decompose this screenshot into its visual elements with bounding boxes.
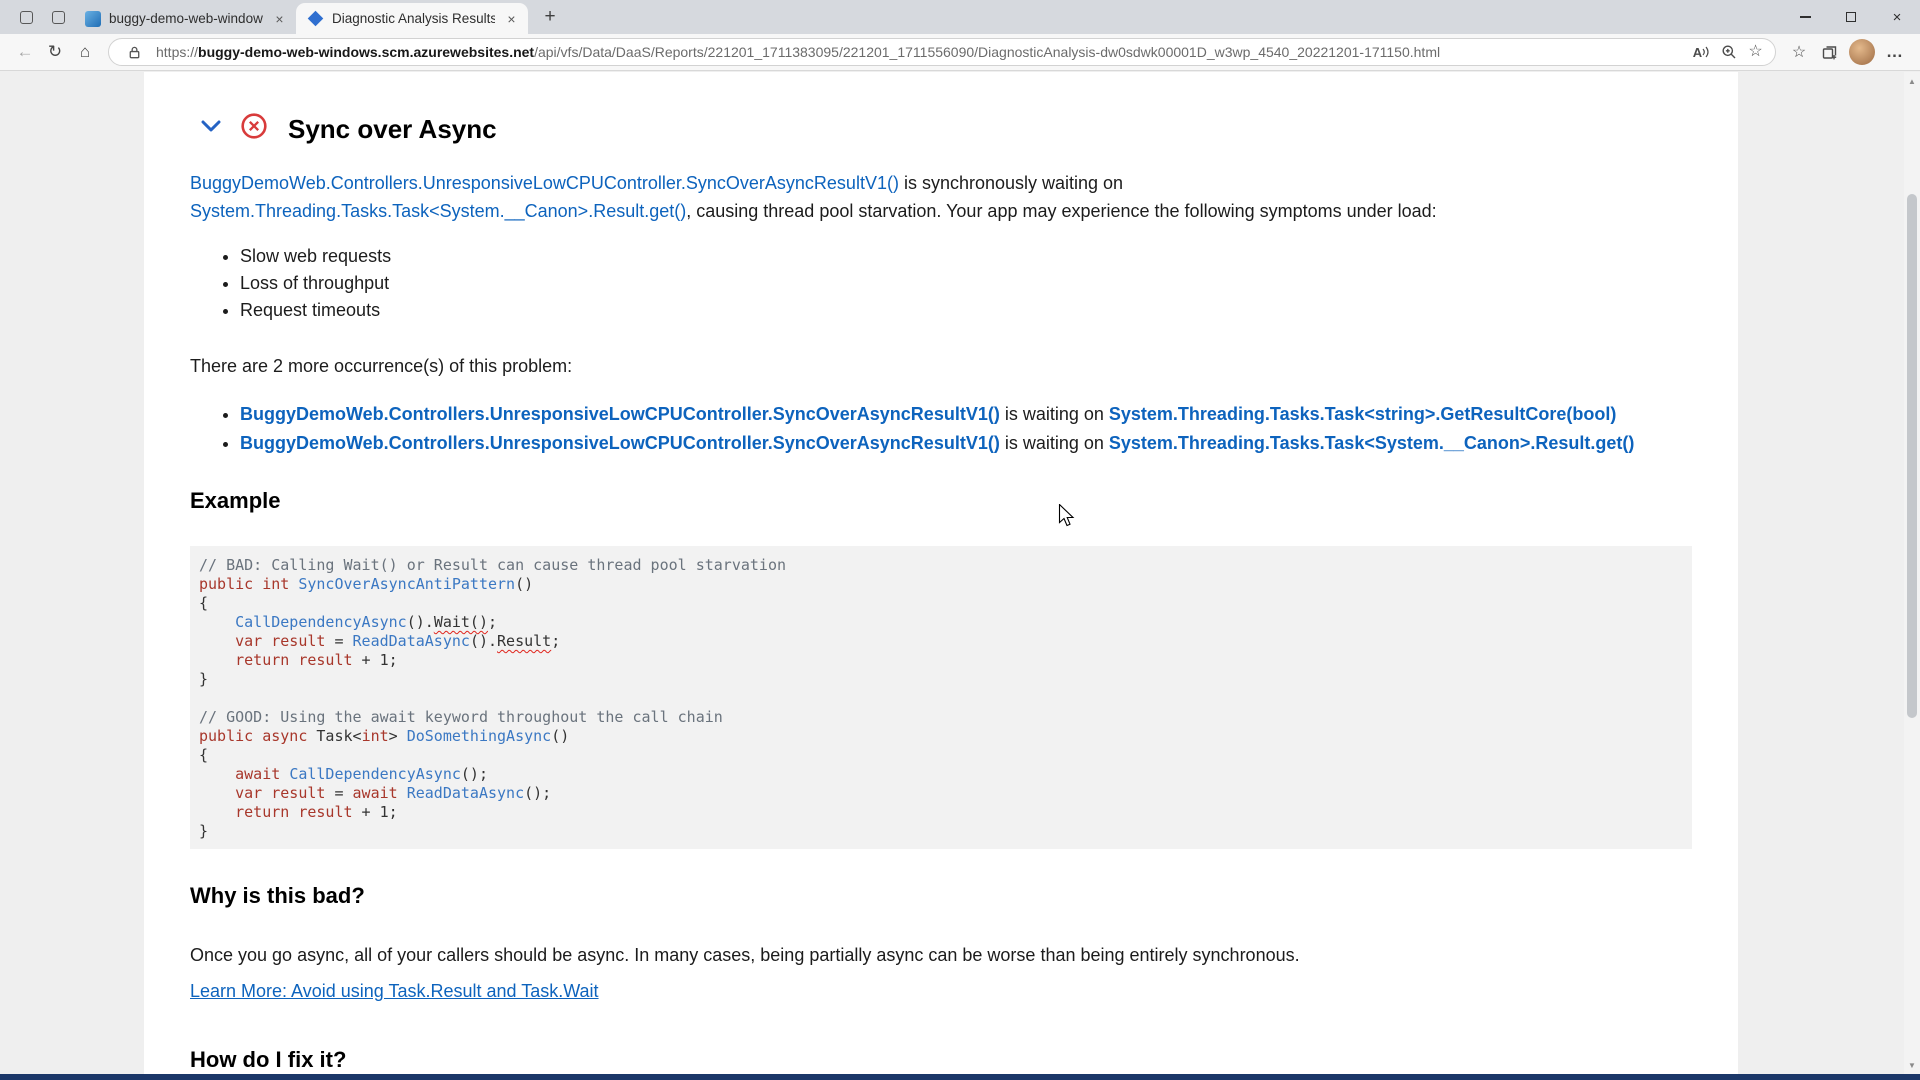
tab-title: Diagnostic Analysis Results	[332, 11, 495, 26]
tab-close-icon[interactable]: ×	[503, 10, 520, 27]
url-domain: buggy-demo-web-windows.scm.azurewebsites…	[198, 44, 534, 60]
minimize-button[interactable]	[1782, 0, 1828, 34]
address-bar[interactable]: https://buggy-demo-web-windows.scm.azure…	[108, 38, 1776, 66]
tab-strip: buggy-demo-web-windows | Dia... × Diagno…	[0, 0, 1920, 34]
occurrence-text: is waiting on	[1000, 433, 1109, 453]
site-favicon	[308, 11, 324, 27]
code-line: CallDependencyAsync().Wait();	[199, 613, 1678, 632]
browser-tab-1[interactable]: buggy-demo-web-windows | Dia... ×	[74, 3, 296, 34]
code-line: {	[199, 594, 1678, 613]
diagnostic-report: Sync over Async BuggyDemoWeb.Controllers…	[144, 72, 1738, 1074]
code-line: }	[199, 822, 1678, 841]
learn-more-link[interactable]: Learn More: Avoid using Task.Result and …	[190, 979, 599, 1003]
code-line: // BAD: Calling Wait() or Result can cau…	[199, 556, 1678, 575]
method-link[interactable]: BuggyDemoWeb.Controllers.UnresponsiveLow…	[190, 173, 899, 193]
occurrence-list: BuggyDemoWeb.Controllers.UnresponsiveLow…	[190, 400, 1692, 458]
page-title: Sync over Async	[288, 113, 497, 145]
favorites-star-icon[interactable]: ☆	[1784, 37, 1814, 67]
url-text: https://buggy-demo-web-windows.scm.azure…	[156, 44, 1688, 60]
why-paragraph: Once you go async, all of your callers s…	[190, 941, 1692, 969]
why-heading: Why is this bad?	[190, 881, 1692, 911]
minimize-icon	[1800, 16, 1811, 18]
code-line: // GOOD: Using the await keyword through…	[199, 708, 1678, 727]
refresh-icon[interactable]: ↻	[40, 37, 70, 67]
method-link[interactable]: BuggyDemoWeb.Controllers.UnresponsiveLow…	[240, 433, 1000, 453]
profile-avatar[interactable]	[1849, 39, 1875, 65]
code-line: }	[199, 670, 1678, 689]
scroll-up-icon[interactable]: ▲	[1904, 74, 1920, 88]
chevron-down-icon[interactable]	[198, 113, 224, 144]
browser-tab-2-active[interactable]: Diagnostic Analysis Results ×	[296, 3, 528, 34]
settings-menu-icon[interactable]: …	[1880, 37, 1910, 67]
list-item: Slow web requests	[240, 243, 1692, 270]
code-line	[199, 689, 1678, 708]
report-header: Sync over Async	[198, 112, 1692, 145]
occurrences-intro: There are 2 more occurrence(s) of this p…	[190, 352, 1692, 380]
tab-actions-icon[interactable]	[45, 4, 71, 30]
list-item: Request timeouts	[240, 297, 1692, 324]
zoom-in-icon[interactable]	[1715, 40, 1742, 64]
tab-title: buggy-demo-web-windows | Dia...	[109, 11, 263, 26]
occurrence-text: is waiting on	[1000, 404, 1109, 424]
maximize-button[interactable]	[1828, 0, 1874, 34]
code-line: return result + 1;	[199, 803, 1678, 822]
back-icon[interactable]: ←	[10, 37, 40, 67]
add-favorite-icon[interactable]: ☆ +	[1742, 40, 1769, 64]
summary-text: is synchronously waiting on	[899, 173, 1123, 193]
tab-close-icon[interactable]: ×	[271, 10, 288, 27]
fix-heading: How do I fix it?	[190, 1045, 1692, 1074]
code-block: // BAD: Calling Wait() or Result can cau…	[190, 546, 1692, 849]
taskbar-edge	[0, 1074, 1920, 1080]
home-icon[interactable]: ⌂	[70, 37, 100, 67]
list-item: BuggyDemoWeb.Controllers.UnresponsiveLow…	[240, 429, 1692, 458]
code-line: return result + 1;	[199, 651, 1678, 670]
method-link[interactable]: System.Threading.Tasks.Task<string>.GetR…	[1109, 404, 1616, 424]
close-button[interactable]: ×	[1874, 0, 1920, 34]
code-line: {	[199, 746, 1678, 765]
site-info-lock-icon[interactable]	[121, 40, 148, 64]
method-link[interactable]: System.Threading.Tasks.Task<System.__Can…	[1109, 433, 1635, 453]
summary-text: , causing thread pool starvation. Your a…	[686, 201, 1436, 221]
code-line: var result = ReadDataAsync().Result;	[199, 632, 1678, 651]
code-line: public async Task<int> DoSomethingAsync(…	[199, 727, 1678, 746]
read-aloud-icon[interactable]: A	[1688, 40, 1715, 64]
window-controls: ×	[1782, 0, 1920, 34]
collections-icon[interactable]	[1814, 37, 1844, 67]
maximize-icon	[1846, 12, 1856, 22]
method-link[interactable]: BuggyDemoWeb.Controllers.UnresponsiveLow…	[240, 404, 1000, 424]
url-path: /api/vfs/Data/DaaS/Reports/221201_171138…	[534, 44, 1440, 60]
new-tab-button[interactable]: +	[536, 3, 564, 31]
error-circle-icon	[240, 112, 268, 145]
code-line: public int SyncOverAsyncAntiPattern()	[199, 575, 1678, 594]
list-item: Loss of throughput	[240, 270, 1692, 297]
scrollbar-thumb[interactable]	[1907, 194, 1917, 718]
url-scheme: https://	[156, 44, 198, 60]
site-favicon	[85, 11, 101, 27]
page-viewport: Sync over Async BuggyDemoWeb.Controllers…	[0, 72, 1920, 1080]
code-line: await CallDependencyAsync();	[199, 765, 1678, 784]
method-link[interactable]: System.Threading.Tasks.Task<System.__Can…	[190, 201, 686, 221]
workspaces-icon[interactable]	[13, 4, 39, 30]
vertical-scrollbar[interactable]: ▲ ▼	[1904, 72, 1920, 1074]
example-heading: Example	[190, 486, 1692, 516]
summary-paragraph: BuggyDemoWeb.Controllers.UnresponsiveLow…	[190, 169, 1692, 225]
scroll-down-icon[interactable]: ▼	[1904, 1058, 1920, 1072]
code-line: var result = await ReadDataAsync();	[199, 784, 1678, 803]
list-item: BuggyDemoWeb.Controllers.UnresponsiveLow…	[240, 400, 1692, 429]
symptom-list: Slow web requests Loss of throughput Req…	[190, 243, 1692, 324]
navigation-bar: ← ↻ ⌂ https://buggy-demo-web-windows.scm…	[0, 34, 1920, 71]
